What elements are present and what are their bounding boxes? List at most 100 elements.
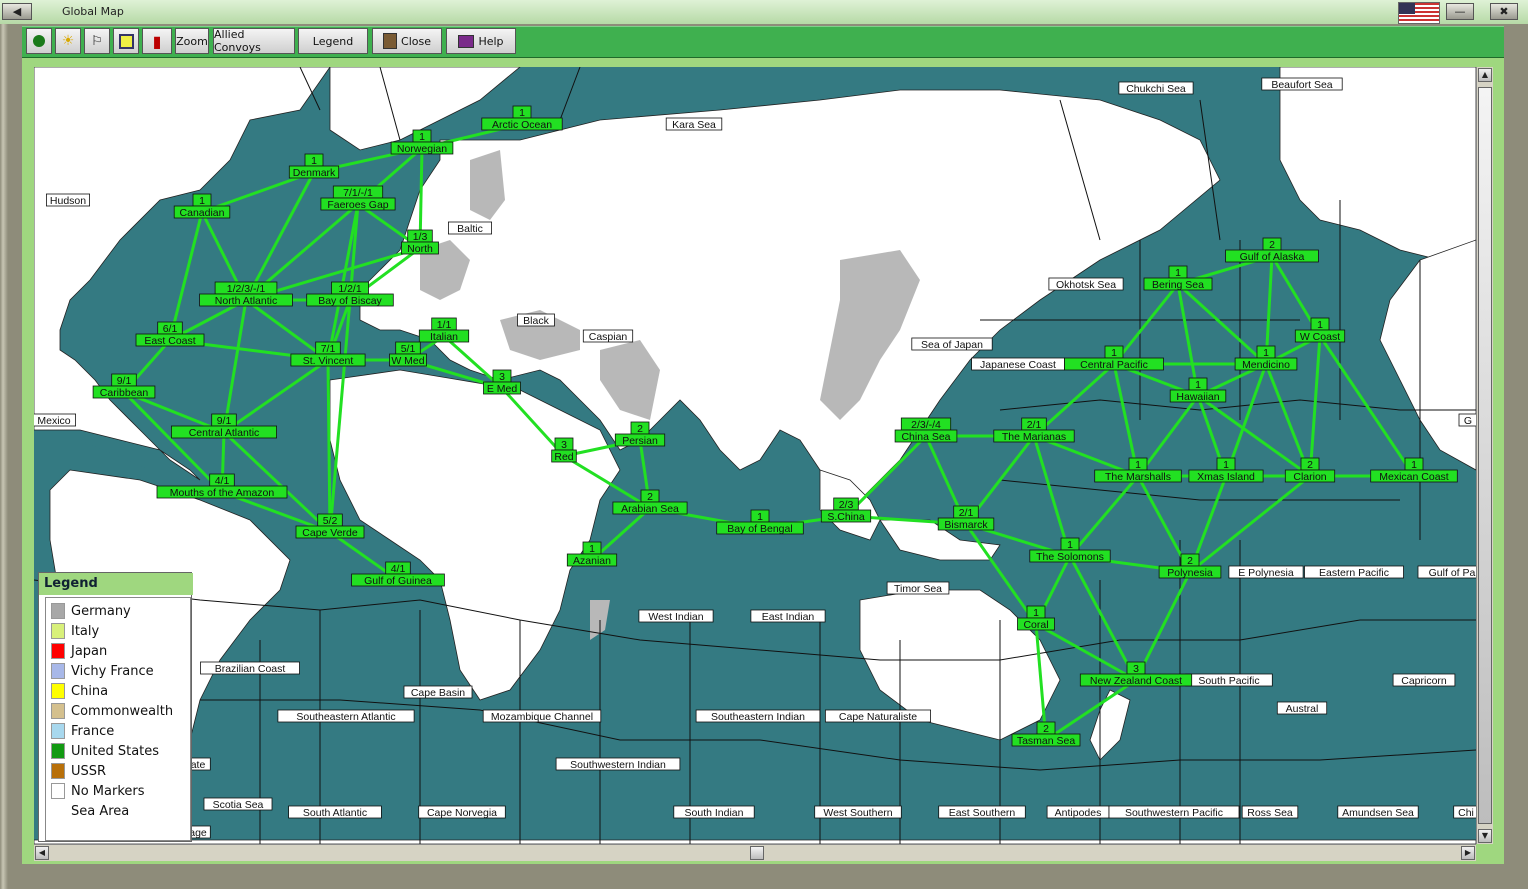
hex-icon[interactable] [26,28,52,54]
convoy-count-text: 2 [1307,459,1313,471]
vertical-scrollbar[interactable]: ▲ ▼ [1476,67,1493,844]
sun-icon[interactable]: ☀ [55,28,81,54]
legend-item: Italy [51,622,99,640]
convoy-node-text: Mendicino [1242,359,1290,371]
convoy-count: 1 [1404,457,1424,471]
convoy-node: Central Atlantic [170,425,277,439]
convoy-count: 3 [492,369,512,383]
horizontal-scrollbar[interactable]: ◀ ▶ [34,844,1476,861]
legend-label: Japan [71,643,108,659]
close-button[interactable]: Close [372,28,442,54]
convoy-node: Polynesia [1158,565,1222,579]
convoy-count: 1 [1256,345,1276,359]
convoy-node-text: The Marianas [1002,431,1066,443]
convoy-node: Hawaiian [1169,389,1227,403]
convoy-node-text: Bay of Biscay [318,295,382,307]
convoy-count-text: 1 [1135,459,1141,471]
allied-convoys-button[interactable]: Allied Convoys [213,28,295,54]
scroll-right-arrow[interactable]: ▶ [1461,846,1475,860]
sea-label: Beaufort Sea [1261,77,1343,91]
sea-label-text: Gulf of Pa [1429,567,1476,579]
convoy-count: 1 [750,509,770,523]
scroll-down-arrow[interactable]: ▼ [1478,829,1492,843]
help-button[interactable]: Help [446,28,516,54]
sea-label-text: Chi [1458,807,1474,819]
overlay-icon[interactable] [113,28,139,54]
convoy-count-text: 1 [757,511,763,523]
convoy-node: S.China [820,509,872,523]
convoy-count-text: 1 [419,131,425,143]
window-titlebar: ◀ Global Map — ✖ [0,0,1528,25]
convoy-count-text: 3 [499,371,505,383]
sea-label-text: Antipodes [1055,807,1102,819]
scroll-left-arrow[interactable]: ◀ [35,846,49,860]
sea-label-text: Southeastern Atlantic [296,711,395,723]
sea-label: Southwestern Pacific [1108,805,1240,819]
convoy-node: Caribbean [92,385,156,399]
legend-label: Germany [71,603,131,619]
legend-button[interactable]: Legend [298,28,368,54]
us-flag-icon [1398,2,1440,24]
convoy-node: Azanian [566,553,618,567]
legend-label: Commonwealth [71,703,174,719]
sea-label-text: Timor Sea [894,583,942,595]
convoy-node: The Marshalls [1094,469,1182,483]
close-window-button[interactable]: ✖ [1490,3,1518,20]
legend-swatch [51,683,65,699]
convoy-count: 1 [1060,537,1080,551]
convoy-node: Mendicino [1234,357,1298,371]
legend-body: Germany Italy Japan Vichy France China Common… [45,597,191,841]
thermometer-icon[interactable]: ▮ [142,28,172,54]
convoy-node: Xmas Island [1188,469,1264,483]
minimize-button[interactable]: — [1446,3,1474,20]
convoy-count: 5/1 [395,341,421,355]
convoy-count-text: 3 [1133,663,1139,675]
convoy-node: Bay of Bengal [716,521,804,535]
sea-label: Caspian [582,329,634,343]
sea-label-text: Baltic [457,223,483,235]
vertical-scroll-thumb[interactable] [1478,87,1492,824]
sea-label: Okhotsk Sea [1048,277,1124,291]
convoy-count-text: 2 [1187,555,1193,567]
world-map[interactable]: Chukchi Sea Beaufort Sea Kara Sea Hudson Bal… [34,67,1476,844]
legend-label: China [71,683,109,699]
convoy-count-text: 4/1 [215,475,230,487]
convoy-node: Central Pacific [1064,357,1164,371]
sea-label-text: Chukchi Sea [1126,83,1186,95]
convoy-node: W Med [389,353,427,367]
sea-label: Baltic [447,221,492,235]
sea-label-text: Southwestern Pacific [1125,807,1223,819]
zoom-button[interactable]: Zoom [175,28,209,54]
convoy-count: 5/2 [317,513,343,527]
system-menu-button[interactable]: ◀ [2,3,32,20]
sea-label: Sea of Japan [911,337,993,351]
convoy-count: 2 [1300,457,1320,471]
sea-label-text: East Southern [949,807,1016,819]
convoy-node-text: Red [554,451,573,463]
legend-item: Commonwealth [51,702,173,720]
sea-label-text: Amundsen Sea [1342,807,1414,819]
convoy-count-text: 1 [1111,347,1117,359]
convoy-count: 1 [1128,457,1148,471]
flag-icon[interactable]: ⚐ [84,28,110,54]
sea-label: Cape Naturaliste [825,709,932,723]
legend-item: Germany [51,602,131,620]
sea-label: G [1458,413,1476,427]
scroll-up-arrow[interactable]: ▲ [1478,68,1492,82]
convoy-node: Bismarck [937,517,995,531]
sea-label: Scotia Sea [203,797,273,811]
convoy-node-text: Caribbean [100,387,149,399]
convoy-node-text: Gulf of Guinea [364,575,432,587]
convoy-count: 2 [1262,237,1282,251]
convoy-count-text: 2/3 [839,499,854,511]
convoy-node: Italian [418,329,470,343]
convoy-node: New Zealand Coast [1079,673,1193,687]
horizontal-scroll-thumb[interactable] [750,846,764,860]
convoy-node-text: Polynesia [1167,567,1213,579]
sea-label-text: Southeastern Indian [711,711,805,723]
legend-item: France [51,722,114,740]
convoy-node-text: Canadian [180,207,225,219]
convoy-count: 1 [1310,317,1330,331]
legend-item: United States [51,742,159,760]
convoy-count-text: 1 [1411,459,1417,471]
